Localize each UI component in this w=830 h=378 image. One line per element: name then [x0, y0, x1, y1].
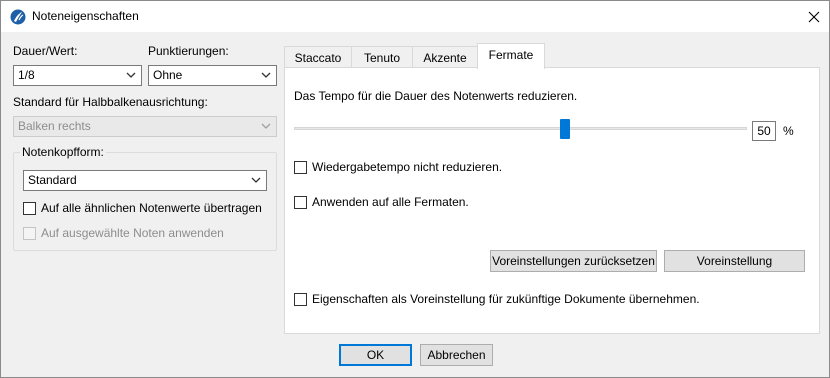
no-reduce-label: Wiedergabetempo nicht reduzieren. — [312, 160, 503, 174]
chevron-down-icon — [251, 177, 261, 183]
tab-label: Staccato — [294, 51, 342, 65]
dauer-select-value: 1/8 — [18, 68, 35, 82]
punktierungen-label: Punktierungen: — [148, 44, 229, 58]
all-fermatas-checkbox[interactable] — [294, 196, 307, 209]
all-fermatas-label: Anwenden auf alle Fermaten. — [312, 195, 469, 209]
notenkopf-select[interactable]: Standard — [23, 170, 267, 191]
notenkopf-group-title: Notenkopfform: — [20, 145, 106, 159]
dauer-label: Dauer/Wert: — [13, 44, 78, 58]
notenkopf-select-value: Standard — [28, 173, 77, 187]
ok-button[interactable]: OK — [339, 344, 412, 366]
tab-tenuto[interactable]: Tenuto — [351, 46, 413, 68]
tab-label: Tenuto — [363, 51, 401, 65]
window-title: Noteneigenschaften — [32, 9, 139, 23]
reset-defaults-button[interactable]: Voreinstellungen zurücksetzen — [490, 250, 657, 272]
chevron-down-icon — [261, 72, 271, 78]
save-as-default-checkbox[interactable] — [294, 293, 307, 306]
tab-fermate[interactable]: Fermate — [477, 43, 545, 69]
selected-notes-checkbox — [23, 227, 36, 240]
tab-akzente[interactable]: Akzente — [412, 46, 478, 68]
tab-label: Fermate — [488, 48, 534, 62]
dauer-select[interactable]: 1/8 — [13, 65, 142, 86]
tempo-percent-input[interactable]: 50 — [752, 121, 776, 141]
chevron-down-icon — [261, 123, 271, 129]
tempo-slider-track[interactable] — [294, 127, 747, 130]
save-as-default-label: Eigenschaften als Voreinstellung für zuk… — [312, 292, 700, 306]
title-bar: Noteneigenschaften — [1, 1, 829, 32]
tempo-description: Das Tempo für die Dauer des Notenwerts r… — [294, 89, 578, 103]
halbbalken-select-value: Balken rechts — [18, 119, 91, 133]
app-logo-icon — [10, 9, 26, 25]
no-reduce-checkbox[interactable] — [294, 161, 307, 174]
punktierungen-select-value: Ohne — [153, 68, 183, 82]
tab-staccato[interactable]: Staccato — [284, 46, 352, 68]
cancel-button[interactable]: Abbrechen — [420, 344, 493, 366]
selected-notes-label: Auf ausgewählte Noten anwenden — [41, 226, 224, 240]
percent-unit: % — [783, 124, 794, 138]
halbbalken-label: Standard für Halbbalkenausrichtung: — [13, 95, 208, 109]
preset-button[interactable]: Voreinstellung — [664, 250, 805, 272]
chevron-down-icon — [126, 72, 136, 78]
close-icon — [808, 11, 820, 22]
tempo-slider-thumb[interactable] — [560, 119, 570, 139]
punktierungen-select[interactable]: Ohne — [148, 65, 277, 86]
dialog-window: Noteneigenschaften Dauer/Wert: 1/8 Punkt… — [0, 0, 830, 378]
tab-label: Akzente — [423, 51, 467, 65]
halbbalken-select: Balken rechts — [13, 116, 277, 137]
close-button[interactable] — [799, 1, 829, 32]
similar-values-label: Auf alle ähnlichen Notenwerte übertragen — [41, 201, 262, 215]
similar-values-checkbox[interactable] — [23, 202, 36, 215]
